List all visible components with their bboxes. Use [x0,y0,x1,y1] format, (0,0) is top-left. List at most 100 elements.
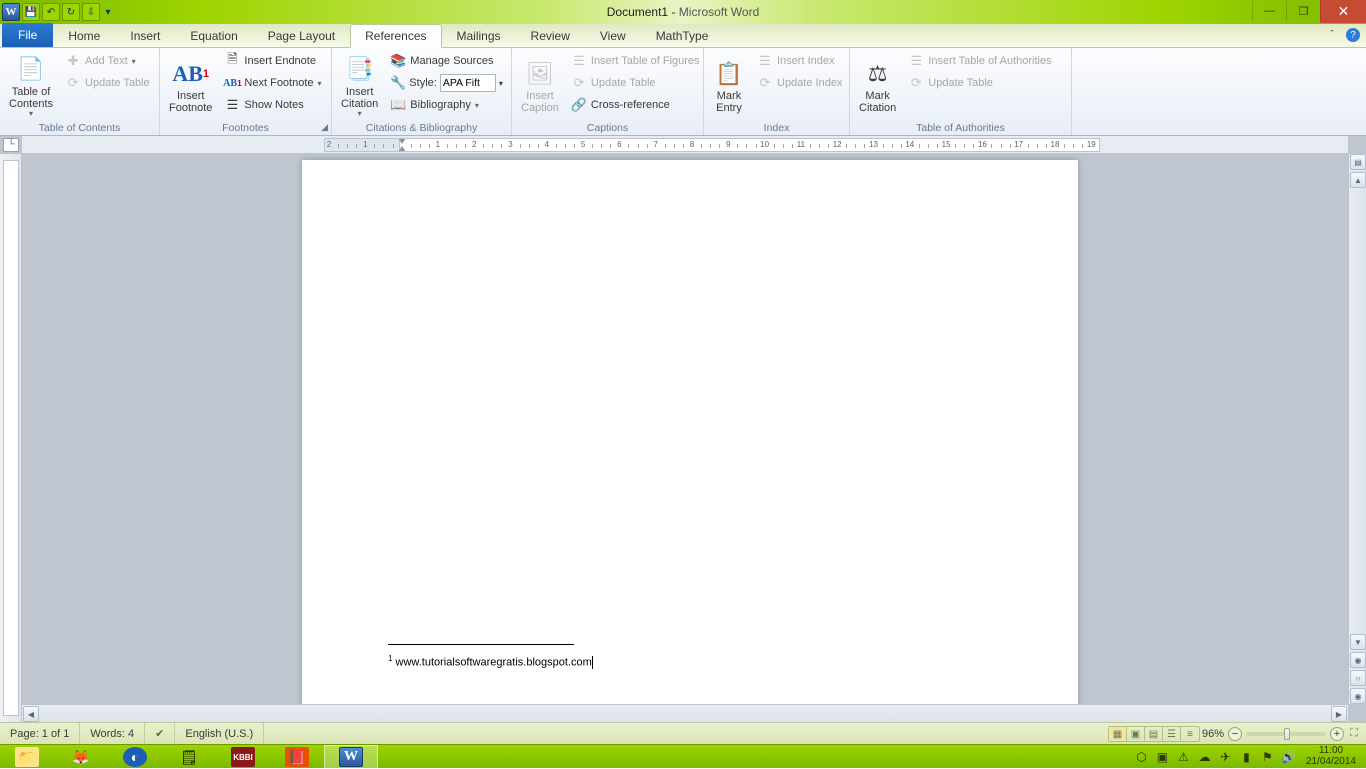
full-screen-view[interactable]: ▣ [1127,727,1145,742]
style-input[interactable] [440,74,496,92]
print-layout-view[interactable]: ▦ [1109,727,1127,742]
update-index-button[interactable]: ⟳Update Index [752,72,847,94]
draft-view[interactable]: ≡ [1181,727,1199,742]
tray-app-icon[interactable]: ▣ [1155,750,1170,764]
scroll-down-button[interactable]: ▼ [1350,634,1366,650]
file-tab[interactable]: File [2,23,53,47]
insert-citation-button[interactable]: 📑 Insert Citation [336,50,383,120]
tab-selector[interactable]: └ [3,138,19,152]
taskbar-app-1[interactable]: ◐ [108,745,162,769]
tab-mathtype[interactable]: MathType [641,23,724,47]
insert-index-button[interactable]: ☰Insert Index [752,50,847,72]
zoom-out-button[interactable]: − [1228,727,1242,741]
status-page[interactable]: Page: 1 of 1 [0,723,80,744]
citation-icon: 📑 [344,54,376,86]
horizontal-ruler[interactable]: 2112345678910111213141516171819 [324,138,1100,152]
zoom-value[interactable]: 96% [1202,728,1224,740]
manage-sources-button[interactable]: 📚Manage Sources [385,50,508,72]
update-toc-button[interactable]: ⟳Update Table [60,72,155,94]
show-notes-icon: ☰ [224,97,240,113]
mark-entry-button[interactable]: 📋 Mark Entry [708,50,750,120]
prev-page-button[interactable]: ◉ [1350,652,1366,668]
dialog-launcher[interactable]: ◢ [321,122,328,133]
citation-style-selector[interactable]: 🔧Style:▾ [385,72,508,94]
tab-references[interactable]: References [350,24,441,48]
close-button[interactable]: ✕ [1320,0,1366,23]
tray-battery-icon[interactable]: ▮ [1239,750,1254,764]
qat-customize-button[interactable]: ▾ [102,3,114,21]
scroll-up-button[interactable]: ▲ [1350,172,1366,188]
table-of-contents-button[interactable]: 📄 Table of Contents [4,50,58,120]
footnote-line[interactable]: 1 www.tutorialsoftwaregratis.blogspot.co… [388,654,593,669]
tab-view[interactable]: View [585,23,641,47]
tray-dropbox-icon[interactable]: ⬡ [1134,750,1149,764]
insert-caption-button[interactable]: 🖼 Insert Caption [516,50,564,120]
update-captions-button[interactable]: ⟳Update Table [566,72,705,94]
minimize-button[interactable]: — [1252,1,1286,21]
web-layout-view[interactable]: ▤ [1145,727,1163,742]
cross-reference-button[interactable]: 🔗Cross-reference [566,94,705,116]
zoom-in-button[interactable]: + [1330,727,1344,741]
tab-mailings[interactable]: Mailings [442,23,516,47]
word-icon[interactable]: W [2,3,20,21]
zoom-thumb[interactable] [1284,728,1290,740]
insert-footnote-button[interactable]: AB1 Insert Footnote [164,50,217,120]
tray-warning-icon[interactable]: ⚠ [1176,750,1191,764]
restore-button[interactable]: ❐ [1286,1,1320,21]
taskbar-book-red[interactable]: KBBI [216,745,270,769]
zoom-slider[interactable] [1246,732,1326,736]
insert-endnote-button[interactable]: 🗎Insert Endnote [219,50,326,72]
qat-custom-button[interactable]: ⇩ [82,3,100,21]
tab-home[interactable]: Home [53,23,115,47]
qat-redo-button[interactable]: ↻ [62,3,80,21]
update-toa-button[interactable]: ⟳Update Table [903,72,1056,94]
qat-save-button[interactable]: 💾 [22,3,40,21]
taskbar-word[interactable]: W [324,745,378,769]
tab-review[interactable]: Review [516,23,585,47]
insert-toa-button[interactable]: ☰Insert Table of Authorities [903,50,1056,72]
mark-citation-button[interactable]: ⚖ Mark Citation [854,50,901,120]
taskbar-firefox[interactable]: 🦊 [54,745,108,769]
clock-date: 21/04/2014 [1306,757,1356,768]
group-label: Table of Contents [0,122,159,135]
insert-tof-button[interactable]: ☰Insert Table of Figures [566,50,705,72]
qat-undo-button[interactable]: ↶ [42,3,60,21]
next-footnote-button[interactable]: AB1Next Footnote [219,72,326,94]
taskbar-explorer[interactable]: 📁 [0,745,54,769]
bibliography-button[interactable]: 📖Bibliography [385,94,508,116]
scroll-right-button[interactable]: ▶ [1331,706,1347,722]
status-language[interactable]: English (U.S.) [175,723,264,744]
status-words[interactable]: Words: 4 [80,723,145,744]
tray-airplane-icon[interactable]: ✈ [1218,750,1233,764]
tab-page-layout[interactable]: Page Layout [253,23,350,47]
zoom-fit-button[interactable]: ⛶ [1348,727,1360,740]
custom-icon: ⇩ [87,7,95,18]
chevron-down-icon: ▾ [105,7,110,18]
browse-object-button[interactable]: ○ [1350,670,1366,686]
taskbar-notes[interactable]: 🗒 [162,745,216,769]
show-notes-button[interactable]: ☰Show Notes [219,94,326,116]
next-page-button[interactable]: ◉ [1350,688,1366,704]
vertical-scrollbar[interactable]: ▤ ▲ ▼ ◉ ○ ◉ [1348,154,1366,704]
group-footnotes: AB1 Insert Footnote 🗎Insert Endnote AB1N… [160,48,332,135]
group-table-of-contents: 📄 Table of Contents ✚Add Text ⟳Update Ta… [0,48,160,135]
help-button[interactable]: ? [1346,28,1360,42]
tray-flag-icon[interactable]: ⚑ [1260,750,1275,764]
group-captions: 🖼 Insert Caption ☰Insert Table of Figure… [512,48,704,135]
vertical-ruler[interactable] [0,154,22,722]
horizontal-scrollbar[interactable]: ◀ ▶ [22,704,1348,722]
tab-insert[interactable]: Insert [115,23,175,47]
minimize-ribbon-button[interactable]: ˆ [1324,27,1340,43]
tab-equation[interactable]: Equation [175,23,252,47]
add-text-button[interactable]: ✚Add Text [60,50,155,72]
outline-view[interactable]: ☰ [1163,727,1181,742]
page[interactable]: 1 www.tutorialsoftwaregratis.blogspot.co… [302,160,1078,728]
status-proofing[interactable]: ✔ [145,723,175,744]
ruler-toggle[interactable]: ▤ [1350,154,1366,170]
taskbar-clock[interactable]: 11:00 21/04/2014 [1302,746,1360,767]
tray-sync-icon[interactable]: ☁ [1197,750,1212,764]
scroll-left-button[interactable]: ◀ [23,706,39,722]
document-name: Document1 [607,5,668,19]
tray-volume-icon[interactable]: 🔊 [1281,750,1296,764]
taskbar-book-orange[interactable]: 📕 [270,745,324,769]
